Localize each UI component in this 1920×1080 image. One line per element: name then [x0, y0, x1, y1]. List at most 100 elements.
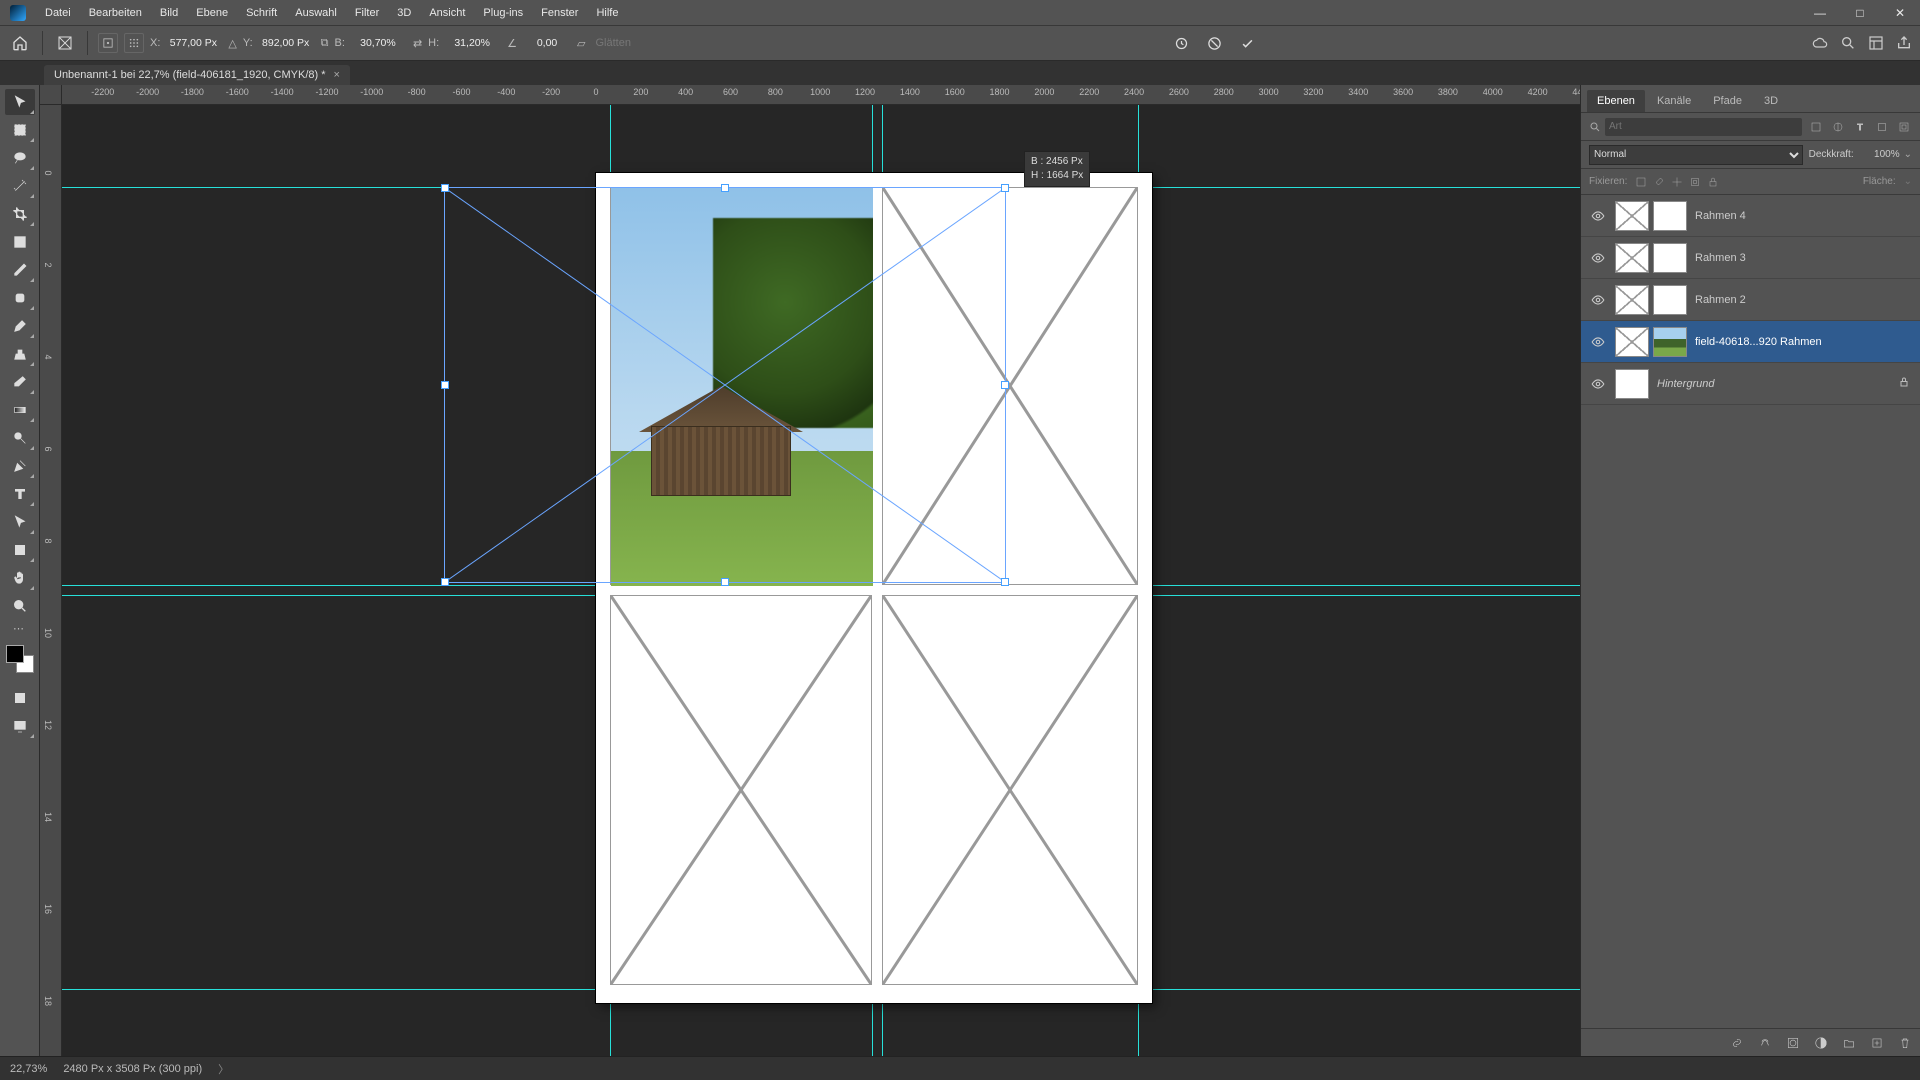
menu-item-datei[interactable]: Datei — [36, 7, 80, 19]
opacity-value[interactable]: 100% — [1858, 149, 1900, 160]
zoom-readout[interactable]: 22,73% — [10, 1063, 47, 1075]
eyedropper-tool[interactable] — [5, 257, 35, 283]
layer-row[interactable]: field-40618...920 Rahmen — [1581, 321, 1920, 363]
triangle-icon[interactable]: △ — [228, 37, 236, 50]
marquee-tool[interactable] — [5, 117, 35, 143]
panel-tab-ebenen[interactable]: Ebenen — [1587, 90, 1645, 112]
layer-name[interactable]: Rahmen 2 — [1695, 294, 1890, 306]
gradient-tool[interactable] — [5, 397, 35, 423]
layer-row[interactable]: Hintergrund — [1581, 363, 1920, 405]
type-tool[interactable] — [5, 481, 35, 507]
workspace-icon[interactable] — [1868, 35, 1884, 51]
color-swatch[interactable] — [6, 645, 34, 673]
lock-nested-icon[interactable] — [1689, 176, 1701, 188]
frame-bottom-right[interactable] — [882, 595, 1138, 985]
panel-tab-kanäle[interactable]: Kanäle — [1647, 90, 1701, 112]
link-icon[interactable]: ⇄ — [413, 37, 422, 50]
lock-image-icon[interactable] — [1653, 176, 1665, 188]
window-minimize[interactable]: — — [1800, 6, 1840, 20]
layer-row[interactable]: Rahmen 2 — [1581, 279, 1920, 321]
document-tab[interactable]: Unbenannt-1 bei 22,7% (field-406181_1920… — [44, 65, 350, 85]
layer-row[interactable]: Rahmen 4 — [1581, 195, 1920, 237]
x-input[interactable] — [164, 33, 222, 53]
transform-handle[interactable] — [441, 184, 449, 192]
magic-wand-tool[interactable] — [5, 173, 35, 199]
layer-row[interactable]: Rahmen 3 — [1581, 237, 1920, 279]
doc-info[interactable]: 2480 Px x 3508 Px (300 ppi) — [63, 1063, 202, 1075]
window-close[interactable]: ✕ — [1880, 6, 1920, 20]
height-field[interactable]: H: — [428, 33, 501, 53]
layer-mask-icon[interactable] — [1786, 1036, 1800, 1050]
skew-icon[interactable]: ▱ — [577, 37, 585, 50]
filter-type-icon[interactable] — [1852, 119, 1868, 135]
y-input[interactable] — [257, 33, 315, 53]
filter-smart-icon[interactable] — [1896, 119, 1912, 135]
layer-search[interactable] — [1589, 118, 1802, 136]
layer-lock-indicator[interactable] — [1898, 376, 1912, 391]
menu-item-hilfe[interactable]: Hilfe — [587, 7, 627, 19]
clone-stamp-tool[interactable] — [5, 341, 35, 367]
transform-handle[interactable] — [441, 381, 449, 389]
group-icon[interactable] — [1842, 1036, 1856, 1050]
frame-top-right[interactable] — [882, 187, 1138, 585]
zoom-tool[interactable] — [5, 593, 35, 619]
menu-item-ansicht[interactable]: Ansicht — [420, 7, 474, 19]
shape-tool[interactable] — [5, 537, 35, 563]
dodge-tool[interactable] — [5, 425, 35, 451]
filter-adjust-icon[interactable] — [1830, 119, 1846, 135]
layer-name[interactable]: field-40618...920 Rahmen — [1695, 336, 1890, 348]
commit-icon[interactable] — [1240, 36, 1255, 51]
edit-toolbar-icon[interactable]: ⋯ — [5, 621, 35, 635]
menu-item-filter[interactable]: Filter — [346, 7, 388, 19]
canvas-area[interactable]: -2200-2000-1800-1600-1400-1200-1000-800-… — [40, 85, 1580, 1056]
lock-position-icon[interactable] — [1671, 176, 1683, 188]
menu-item-bearbeiten[interactable]: Bearbeiten — [80, 7, 151, 19]
frame-tool[interactable] — [5, 229, 35, 255]
menu-item-plug-ins[interactable]: Plug-ins — [474, 7, 532, 19]
layer-visibility-toggle[interactable] — [1589, 291, 1607, 309]
document-page[interactable] — [596, 173, 1152, 1003]
layers-list[interactable]: Rahmen 4Rahmen 3 Rahmen 2 field-40618...92… — [1581, 195, 1920, 1028]
eraser-tool[interactable] — [5, 369, 35, 395]
move-tool[interactable] — [5, 89, 35, 115]
menu-item-fenster[interactable]: Fenster — [532, 7, 587, 19]
home-button[interactable] — [8, 31, 32, 55]
angle-input[interactable] — [523, 33, 571, 53]
lock-all-icon[interactable] — [1707, 176, 1719, 188]
y-position-field[interactable]: Y: — [243, 33, 315, 53]
layer-visibility-toggle[interactable] — [1589, 375, 1607, 393]
menu-item-auswahl[interactable]: Auswahl — [286, 7, 346, 19]
reference-grid[interactable] — [124, 33, 144, 53]
viewport[interactable]: B : 2456 Px H : 1664 Px — [62, 105, 1580, 1056]
crop-tool[interactable] — [5, 201, 35, 227]
healing-brush-tool[interactable] — [5, 285, 35, 311]
fill-dropdown-icon[interactable]: ⌄ — [1904, 176, 1912, 187]
brush-tool[interactable] — [5, 313, 35, 339]
panel-tab-pfade[interactable]: Pfade — [1703, 90, 1752, 112]
reset-icon[interactable] — [1174, 36, 1189, 51]
filter-shape-icon[interactable] — [1874, 119, 1890, 135]
hand-tool[interactable] — [5, 565, 35, 591]
layer-name[interactable]: Hintergrund — [1657, 378, 1890, 390]
lock-transparency-icon[interactable] — [1635, 176, 1647, 188]
share-icon[interactable] — [1896, 35, 1912, 51]
x-position-field[interactable]: X: — [150, 33, 222, 53]
angle-field[interactable] — [523, 33, 571, 53]
placed-image[interactable] — [611, 188, 873, 586]
delete-layer-icon[interactable] — [1898, 1036, 1912, 1050]
cancel-icon[interactable] — [1207, 36, 1222, 51]
search-icon[interactable] — [1840, 35, 1856, 51]
h-input[interactable] — [443, 33, 501, 53]
frame-bottom-left[interactable] — [610, 595, 872, 985]
link-layers-icon[interactable] — [1730, 1036, 1744, 1050]
horizontal-ruler[interactable]: -2200-2000-1800-1600-1400-1200-1000-800-… — [62, 85, 1580, 105]
link-wh-icon[interactable]: ⧉ — [321, 37, 329, 50]
layer-search-input[interactable] — [1605, 118, 1802, 136]
pen-tool[interactable] — [5, 453, 35, 479]
screen-mode-tool[interactable] — [5, 713, 35, 739]
blend-mode-select[interactable]: Normal — [1589, 145, 1803, 165]
layer-visibility-toggle[interactable] — [1589, 249, 1607, 267]
ruler-corner[interactable] — [40, 85, 62, 105]
w-input[interactable] — [349, 33, 407, 53]
frame-top-left[interactable] — [610, 187, 872, 585]
